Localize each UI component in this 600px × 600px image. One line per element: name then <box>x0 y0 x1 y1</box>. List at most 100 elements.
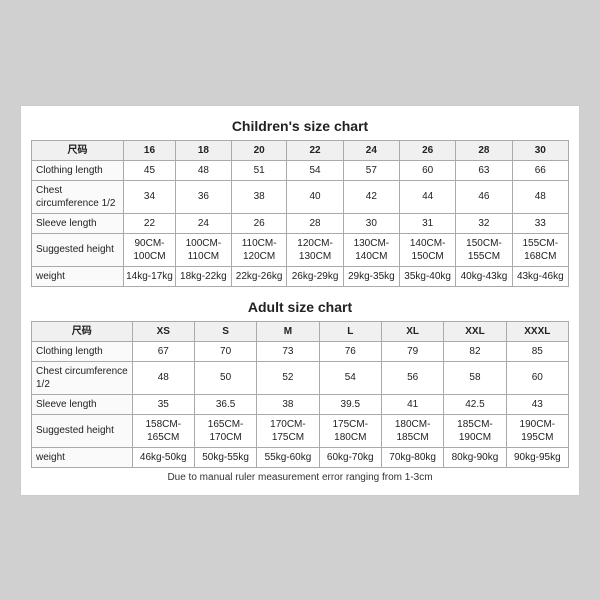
table-row: weight46kg-50kg50kg-55kg55kg-60kg60kg-70… <box>32 447 569 467</box>
table-cell: 55kg-60kg <box>257 447 319 467</box>
row-label: Clothing length <box>32 341 133 361</box>
column-header: XL <box>381 321 443 341</box>
table-cell: 180CM-185CM <box>381 414 443 447</box>
row-label: Chest circumference 1/2 <box>32 361 133 394</box>
adult-table: 尺码XSSMLXLXXLXXXL Clothing length67707376… <box>31 321 569 468</box>
table-cell: 36 <box>175 180 231 213</box>
column-header: 22 <box>287 140 343 160</box>
row-label: Suggested height <box>32 414 133 447</box>
table-cell: 70kg-80kg <box>381 447 443 467</box>
table-cell: 110CM-120CM <box>231 233 287 266</box>
table-cell: 42 <box>343 180 399 213</box>
table-cell: 22kg-26kg <box>231 266 287 286</box>
row-label: weight <box>32 447 133 467</box>
table-cell: 58 <box>444 361 506 394</box>
table-cell: 80kg-90kg <box>444 447 506 467</box>
table-row: Clothing length4548515457606366 <box>32 160 569 180</box>
table-cell: 50kg-55kg <box>194 447 256 467</box>
table-cell: 31 <box>400 213 456 233</box>
column-header: 20 <box>231 140 287 160</box>
table-cell: 170CM-175CM <box>257 414 319 447</box>
table-cell: 175CM-180CM <box>319 414 381 447</box>
table-cell: 34 <box>124 180 176 213</box>
table-cell: 48 <box>175 160 231 180</box>
table-cell: 52 <box>257 361 319 394</box>
adult-chart-title: Adult size chart <box>31 299 569 315</box>
table-cell: 51 <box>231 160 287 180</box>
table-cell: 66 <box>512 160 568 180</box>
table-cell: 70 <box>194 341 256 361</box>
column-header: 尺码 <box>32 321 133 341</box>
table-row: Clothing length67707376798285 <box>32 341 569 361</box>
table-cell: 85 <box>506 341 568 361</box>
table-cell: 165CM-170CM <box>194 414 256 447</box>
table-cell: 36.5 <box>194 394 256 414</box>
table-cell: 63 <box>456 160 512 180</box>
table-cell: 57 <box>343 160 399 180</box>
table-cell: 79 <box>381 341 443 361</box>
table-cell: 40kg-43kg <box>456 266 512 286</box>
table-cell: 40 <box>287 180 343 213</box>
table-cell: 24 <box>175 213 231 233</box>
table-cell: 42.5 <box>444 394 506 414</box>
table-row: Sleeve length2224262830313233 <box>32 213 569 233</box>
children-chart-title: Children's size chart <box>31 118 569 134</box>
table-cell: 14kg-17kg <box>124 266 176 286</box>
table-row: weight14kg-17kg18kg-22kg22kg-26kg26kg-29… <box>32 266 569 286</box>
column-header: 30 <box>512 140 568 160</box>
table-cell: 43 <box>506 394 568 414</box>
table-cell: 45 <box>124 160 176 180</box>
column-header: L <box>319 321 381 341</box>
column-header: 26 <box>400 140 456 160</box>
table-cell: 120CM-130CM <box>287 233 343 266</box>
column-header: 18 <box>175 140 231 160</box>
column-header: XXXL <box>506 321 568 341</box>
children-table: 尺码1618202224262830 Clothing length454851… <box>31 140 569 287</box>
row-label: weight <box>32 266 124 286</box>
table-cell: 38 <box>231 180 287 213</box>
column-header: 28 <box>456 140 512 160</box>
note-text: Due to manual ruler measurement error ra… <box>31 472 569 483</box>
table-cell: 100CM-110CM <box>175 233 231 266</box>
column-header: S <box>194 321 256 341</box>
table-row: Sleeve length3536.53839.54142.543 <box>32 394 569 414</box>
table-cell: 29kg-35kg <box>343 266 399 286</box>
table-cell: 190CM-195CM <box>506 414 568 447</box>
column-header: 24 <box>343 140 399 160</box>
table-row: Chest circumference 1/23436384042444648 <box>32 180 569 213</box>
table-cell: 130CM-140CM <box>343 233 399 266</box>
table-cell: 82 <box>444 341 506 361</box>
table-cell: 38 <box>257 394 319 414</box>
table-cell: 185CM-190CM <box>444 414 506 447</box>
table-row: Chest circumference 1/248505254565860 <box>32 361 569 394</box>
table-cell: 46 <box>456 180 512 213</box>
table-cell: 28 <box>287 213 343 233</box>
table-cell: 48 <box>512 180 568 213</box>
table-cell: 32 <box>456 213 512 233</box>
table-cell: 150CM-155CM <box>456 233 512 266</box>
table-cell: 54 <box>287 160 343 180</box>
table-cell: 41 <box>381 394 443 414</box>
table-cell: 35kg-40kg <box>400 266 456 286</box>
table-cell: 158CM-165CM <box>132 414 194 447</box>
table-cell: 50 <box>194 361 256 394</box>
table-cell: 43kg-46kg <box>512 266 568 286</box>
table-cell: 30 <box>343 213 399 233</box>
table-cell: 22 <box>124 213 176 233</box>
column-header: XXL <box>444 321 506 341</box>
table-cell: 60kg-70kg <box>319 447 381 467</box>
table-cell: 26 <box>231 213 287 233</box>
table-cell: 76 <box>319 341 381 361</box>
row-label: Sleeve length <box>32 394 133 414</box>
table-cell: 56 <box>381 361 443 394</box>
table-cell: 67 <box>132 341 194 361</box>
table-row: Suggested height158CM-165CM165CM-170CM17… <box>32 414 569 447</box>
table-cell: 140CM-150CM <box>400 233 456 266</box>
table-cell: 33 <box>512 213 568 233</box>
row-label: Sleeve length <box>32 213 124 233</box>
table-cell: 48 <box>132 361 194 394</box>
table-cell: 155CM-168CM <box>512 233 568 266</box>
table-cell: 18kg-22kg <box>175 266 231 286</box>
size-chart-card: Children's size chart 尺码1618202224262830… <box>20 105 580 496</box>
table-cell: 73 <box>257 341 319 361</box>
